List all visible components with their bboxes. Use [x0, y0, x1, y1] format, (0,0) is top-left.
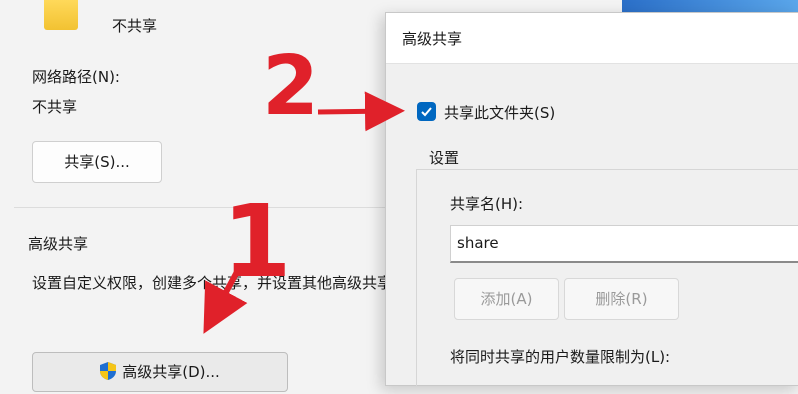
arrow-to-checkbox: [317, 91, 405, 132]
arrow-to-advanced-button: [203, 268, 248, 334]
annotation-arrows: [203, 91, 405, 334]
